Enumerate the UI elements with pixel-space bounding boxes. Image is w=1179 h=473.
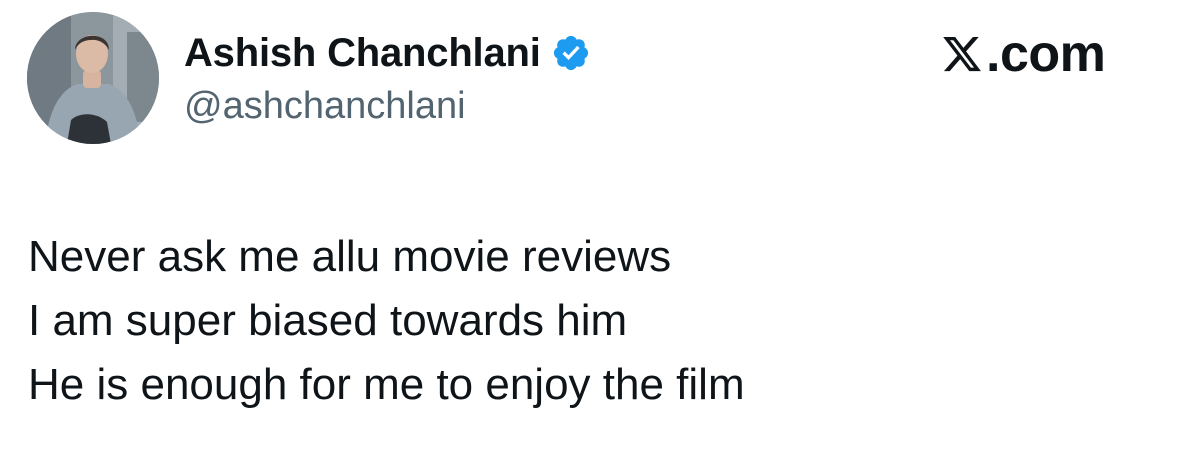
tweet-text: Never ask me allu movie reviews I am sup… xyxy=(28,225,1148,417)
tweet-line: He is enough for me to enjoy the film xyxy=(28,360,745,409)
display-name-row: Ashish Chanchlani xyxy=(184,28,591,78)
tweet-line: Never ask me allu movie reviews xyxy=(28,232,672,281)
display-name[interactable]: Ashish Chanchlani xyxy=(184,28,541,78)
avatar[interactable] xyxy=(27,12,159,144)
author-handle[interactable]: @ashchanchlani xyxy=(184,82,466,130)
tweet-line: I am super biased towards him xyxy=(28,296,628,345)
verified-badge-icon xyxy=(551,33,591,73)
x-logo-icon xyxy=(940,33,984,75)
brand-suffix: .com xyxy=(986,25,1106,83)
brand-logo[interactable]: .com xyxy=(940,25,1106,83)
profile-photo xyxy=(27,12,159,144)
